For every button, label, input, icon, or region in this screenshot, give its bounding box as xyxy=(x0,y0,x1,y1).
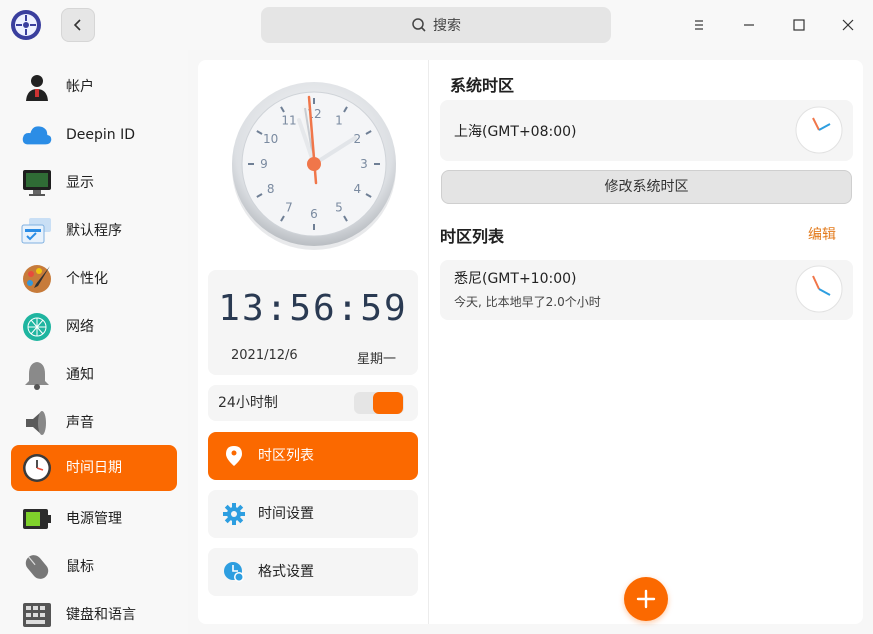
current-date: 2021/12/6 xyxy=(231,348,298,363)
system-timezone-name: 上海(GMT+08:00) xyxy=(454,124,577,140)
sidebar-item-datetime[interactable]: 时间日期 xyxy=(11,445,177,491)
battery-icon xyxy=(21,503,53,535)
sidebar-item-label: 通知 xyxy=(66,367,94,383)
network-icon xyxy=(21,311,53,343)
sidebar: 帐户 Deepin ID 显示 默认程序 个性化 网络 通知 声音 时间日期 电… xyxy=(0,50,188,634)
system-timezone-card: 上海(GMT+08:00) xyxy=(440,100,853,161)
maximize-icon xyxy=(793,19,805,31)
chevron-left-icon xyxy=(73,19,81,31)
plus-icon xyxy=(636,589,656,609)
main-menu-button[interactable] xyxy=(687,13,711,37)
clock-numeral: 5 xyxy=(335,200,343,214)
personalization-icon xyxy=(21,263,53,295)
search-input[interactable]: 搜索 xyxy=(261,7,611,43)
clock-numeral: 10 xyxy=(263,132,278,146)
default-apps-icon xyxy=(21,215,53,247)
change-system-timezone-button[interactable]: 修改系统时区 xyxy=(441,170,852,204)
analog-clock: 12 1 2 3 4 5 6 7 8 9 10 11 xyxy=(229,80,399,250)
sidebar-item-label: 键盘和语言 xyxy=(66,607,136,623)
add-timezone-button[interactable] xyxy=(624,577,668,621)
deepin-control-center-icon xyxy=(10,9,42,41)
keyboard-icon xyxy=(21,599,53,631)
account-icon xyxy=(21,71,53,103)
sidebar-item-mouse[interactable]: 鼠标 xyxy=(11,544,177,590)
clock-numeral: 6 xyxy=(310,207,318,221)
minimize-button[interactable] xyxy=(737,13,761,37)
bell-icon xyxy=(21,359,53,391)
cloud-icon xyxy=(21,119,53,151)
search-placeholder: 搜索 xyxy=(433,18,461,34)
maximize-button[interactable] xyxy=(787,13,811,37)
timezone-list-item[interactable]: 悉尼(GMT+10:00) 今天, 比本地早了2.0个小时 xyxy=(440,260,853,320)
tab-label: 格式设置 xyxy=(258,564,314,580)
sidebar-item-label: 显示 xyxy=(66,175,94,191)
clock-numeral: 8 xyxy=(267,182,275,196)
hour24-row: 24小时制 xyxy=(208,385,418,421)
mini-clock-icon xyxy=(795,106,843,154)
sidebar-item-label: 帐户 xyxy=(66,79,94,95)
clock-numeral: 7 xyxy=(285,200,293,214)
sidebar-item-label: 鼠标 xyxy=(66,559,94,575)
panel-divider xyxy=(428,60,429,624)
clock-numeral: 9 xyxy=(260,157,268,171)
sidebar-item-label: 时间日期 xyxy=(66,460,122,476)
sidebar-item-default-apps[interactable]: 默认程序 xyxy=(11,208,177,254)
close-icon xyxy=(842,19,854,31)
close-button[interactable] xyxy=(836,13,860,37)
clock-numeral: 11 xyxy=(281,114,296,128)
title-bar: 搜索 xyxy=(0,0,873,50)
timezone-list-title: 时区列表 xyxy=(440,227,505,246)
tab-time-settings[interactable]: 时间设置 xyxy=(208,490,418,538)
sidebar-item-label: Deepin ID xyxy=(66,127,136,143)
location-pin-icon xyxy=(222,444,246,468)
sidebar-item-sound[interactable]: 声音 xyxy=(11,400,177,446)
timezone-item-detail: 今天, 比本地早了2.0个小时 xyxy=(454,295,601,309)
tab-timezone-list[interactable]: 时区列表 xyxy=(208,432,418,480)
sidebar-item-label: 网络 xyxy=(66,319,94,335)
tab-format-settings[interactable]: 格式设置 xyxy=(208,548,418,596)
sidebar-item-label: 电源管理 xyxy=(66,511,122,527)
sidebar-item-label: 个性化 xyxy=(66,271,108,287)
clock-numeral: 4 xyxy=(353,182,361,196)
sidebar-item-keyboard[interactable]: 键盘和语言 xyxy=(11,592,177,634)
clock-icon xyxy=(21,452,53,484)
sidebar-item-power[interactable]: 电源管理 xyxy=(11,496,177,542)
mouse-icon xyxy=(21,551,53,583)
hour24-label: 24小时制 xyxy=(218,395,278,411)
tab-label: 时间设置 xyxy=(258,506,314,522)
tab-label: 时区列表 xyxy=(258,448,314,464)
sidebar-item-account[interactable]: 帐户 xyxy=(11,64,177,110)
edit-button[interactable]: 编辑 xyxy=(808,224,836,244)
format-clock-icon xyxy=(222,560,246,584)
sidebar-item-personalization[interactable]: 个性化 xyxy=(11,256,177,302)
current-weekday: 星期一 xyxy=(356,352,396,367)
sidebar-item-deepin-id[interactable]: Deepin ID xyxy=(11,112,177,158)
digital-clock-card: 13:56:59 2021/12/6 星期一 xyxy=(208,270,418,375)
sidebar-item-network[interactable]: 网络 xyxy=(11,304,177,350)
display-icon xyxy=(21,167,53,199)
sidebar-item-label: 声音 xyxy=(66,415,94,431)
clock-numeral: 1 xyxy=(335,114,343,128)
sidebar-item-display[interactable]: 显示 xyxy=(11,160,177,206)
system-timezone-title: 系统时区 xyxy=(450,76,515,95)
minimize-icon xyxy=(744,24,754,26)
sidebar-item-label: 默认程序 xyxy=(66,223,122,239)
speaker-icon xyxy=(21,407,53,439)
mini-clock-icon xyxy=(795,265,843,313)
search-icon xyxy=(412,18,426,32)
sidebar-item-notification[interactable]: 通知 xyxy=(11,352,177,398)
gear-icon xyxy=(222,502,246,526)
digital-time: 13:56:59 xyxy=(218,288,408,329)
main-panel: 12 1 2 3 4 5 6 7 8 9 10 11 13:56:59 2021/12/6 星期一 2… xyxy=(198,60,863,624)
hamburger-menu-icon xyxy=(695,20,703,30)
hour24-toggle[interactable] xyxy=(354,392,404,414)
timezone-item-name: 悉尼(GMT+10:00) xyxy=(454,271,577,287)
clock-numeral: 3 xyxy=(360,157,368,171)
back-button[interactable] xyxy=(61,8,95,42)
hour24-toggle-knob xyxy=(373,392,403,414)
